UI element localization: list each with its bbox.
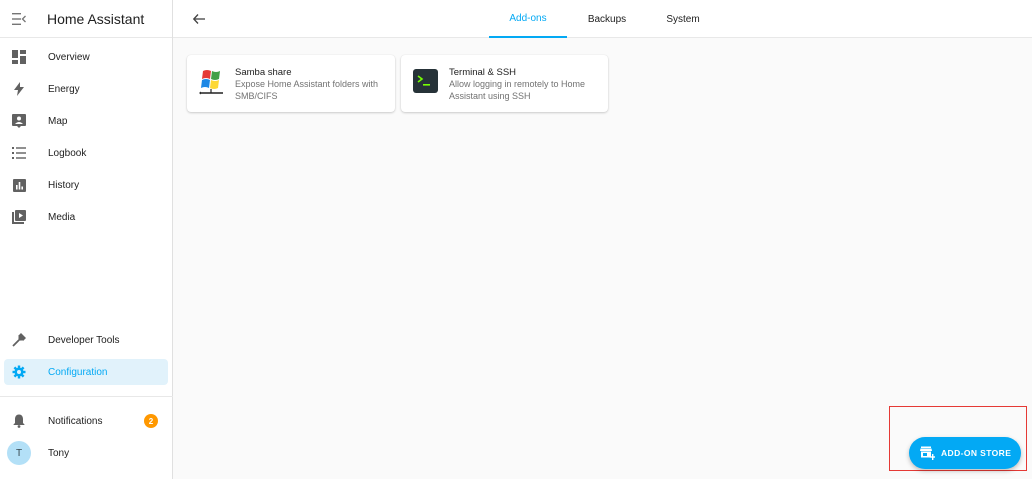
avatar-wrapper: T xyxy=(4,440,34,466)
avatar: T xyxy=(7,441,31,465)
sidebar-item-label: Logbook xyxy=(48,147,87,159)
addon-card-terminal-ssh[interactable]: Terminal & SSH Allow logging in remotely… xyxy=(401,55,608,112)
sidebar-item-label: Media xyxy=(48,211,76,223)
app-title: Home Assistant xyxy=(47,10,145,27)
sidebar-item-map[interactable]: Map xyxy=(4,108,168,134)
sidebar-item-media[interactable]: Media xyxy=(4,204,168,230)
tab-system[interactable]: System xyxy=(647,0,719,38)
sidebar-item-history[interactable]: History xyxy=(4,172,168,198)
sidebar-item-label: Developer Tools xyxy=(48,334,120,346)
map-icon xyxy=(4,108,34,134)
sidebar-divider xyxy=(0,396,173,397)
media-icon xyxy=(4,204,34,230)
sidebar-item-developer-tools[interactable]: Developer Tools xyxy=(4,327,168,353)
addon-title: Samba share xyxy=(235,67,292,78)
add-on-store-button[interactable]: ADD-ON STORE xyxy=(909,437,1021,469)
samba-icon xyxy=(198,67,226,95)
top-bar: Add-ons Backups System xyxy=(173,0,1032,38)
addon-title: Terminal & SSH xyxy=(449,67,517,78)
hammer-icon xyxy=(4,327,34,353)
sidebar-item-configuration[interactable]: Configuration xyxy=(4,359,168,385)
addon-card-samba-share[interactable]: Samba share Expose Home Assistant folder… xyxy=(187,55,395,112)
sidebar-header: Home Assistant xyxy=(0,0,172,38)
sidebar-item-label: Notifications xyxy=(48,415,103,427)
terminal-icon xyxy=(412,67,440,95)
bell-icon xyxy=(4,408,34,434)
arrow-left-icon xyxy=(193,14,205,24)
add-on-store-label: ADD-ON STORE xyxy=(941,448,1012,458)
energy-icon xyxy=(4,76,34,102)
sidebar-item-label: Tony xyxy=(48,447,70,459)
logbook-icon xyxy=(4,140,34,166)
sidebar-item-label: Map xyxy=(48,115,68,127)
tab-backups[interactable]: Backups xyxy=(567,0,647,38)
menu-collapse-button[interactable] xyxy=(0,0,38,38)
sidebar-item-label: Energy xyxy=(48,83,80,95)
tab-add-ons[interactable]: Add-ons xyxy=(489,0,567,38)
back-button[interactable] xyxy=(189,9,209,29)
sidebar-item-user[interactable]: T Tony xyxy=(4,440,168,466)
notification-count-badge: 2 xyxy=(144,414,158,428)
sidebar-item-label: Configuration xyxy=(48,366,108,378)
sidebar-item-notifications[interactable]: Notifications 2 xyxy=(4,408,168,434)
addon-description: Allow logging in remotely to Home Assist… xyxy=(449,79,586,101)
sidebar-item-overview[interactable]: Overview xyxy=(4,44,168,70)
sidebar: Home Assistant Overview Energy Map Logbo… xyxy=(0,0,173,479)
store-plus-icon xyxy=(919,445,935,461)
sidebar-item-energy[interactable]: Energy xyxy=(4,76,168,102)
sidebar-item-label: History xyxy=(48,179,80,191)
sidebar-item-logbook[interactable]: Logbook xyxy=(4,140,168,166)
overview-icon xyxy=(4,44,34,70)
menu-collapse-icon xyxy=(12,12,26,25)
sidebar-item-label: Overview xyxy=(48,51,90,63)
history-icon xyxy=(4,172,34,198)
addon-description: Expose Home Assistant folders with SMB/C… xyxy=(235,79,379,101)
gear-icon xyxy=(4,359,34,385)
